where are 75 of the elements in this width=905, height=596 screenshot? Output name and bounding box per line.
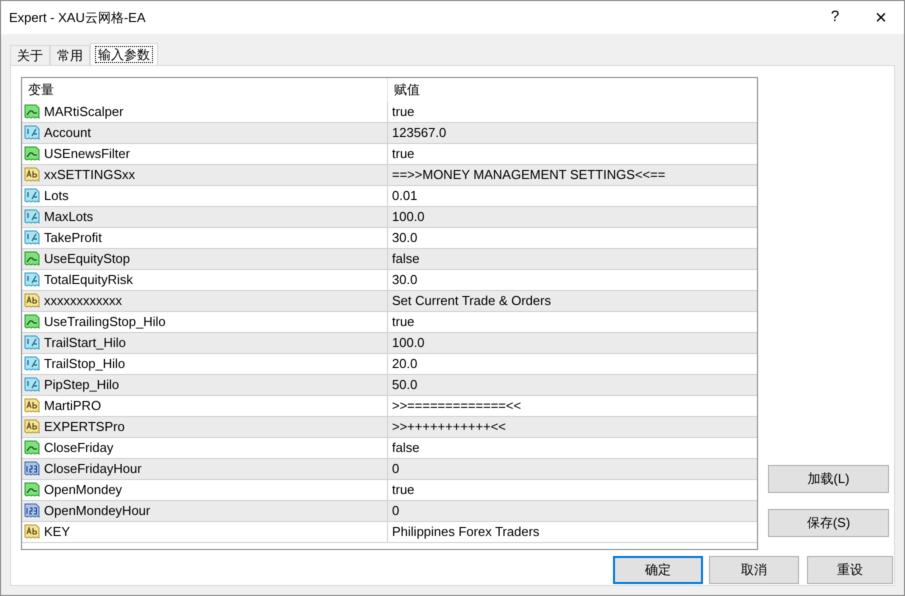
toggle-doc-icon: [24, 146, 40, 162]
parameter-value[interactable]: true: [392, 102, 414, 122]
parameter-name: PipStep_Hilo: [44, 376, 120, 394]
fraction-doc-icon: [24, 188, 40, 204]
parameter-name: USEnewsFilter: [44, 145, 130, 164]
dialog-button[interactable]: 重设: [807, 556, 893, 584]
parameter-value[interactable]: 0: [392, 501, 400, 521]
fraction-doc-icon: [24, 209, 40, 225]
parameter-name: TakeProfit: [44, 229, 102, 248]
tab[interactable]: 关于: [10, 45, 50, 65]
dialog-button[interactable]: 取消: [709, 556, 799, 584]
save-button[interactable]: 保存(S): [768, 509, 889, 537]
toggle-doc-icon: [24, 251, 40, 267]
fraction-doc-icon: [24, 272, 40, 288]
parameter-value[interactable]: 30.0: [392, 228, 418, 248]
parameter-value[interactable]: false: [392, 438, 420, 458]
parameter-value[interactable]: 0: [392, 459, 400, 479]
tab[interactable]: 常用: [50, 45, 90, 65]
parameter-value[interactable]: Set Current Trade & Orders: [392, 291, 551, 311]
help-button[interactable]: ?: [812, 1, 858, 34]
parameter-name: TotalEquityRisk: [44, 271, 133, 290]
text-doc-icon: [24, 167, 40, 183]
text-doc-icon: [24, 524, 40, 540]
parameter-value[interactable]: ==>>MONEY MANAGEMENT SETTINGS<<==: [392, 165, 666, 185]
fraction-doc-icon: [24, 356, 40, 372]
parameter-value[interactable]: false: [392, 249, 420, 269]
parameter-value[interactable]: 123567.0: [392, 123, 446, 143]
parameter-value[interactable]: 100.0: [392, 333, 425, 353]
number-doc-icon: [24, 503, 40, 519]
parameter-value[interactable]: 30.0: [392, 270, 418, 290]
parameter-value[interactable]: true: [392, 144, 414, 164]
parameter-name: TrailStop_Hilo: [44, 355, 126, 374]
load-button[interactable]: 加载(L): [768, 465, 889, 493]
fraction-doc-icon: [24, 125, 40, 141]
toggle-doc-icon: [24, 314, 40, 330]
parameter-name: OpenMondey: [44, 481, 122, 500]
parameter-name: EXPERTSPro: [44, 418, 125, 436]
toggle-doc-icon: [24, 440, 40, 456]
parameter-value[interactable]: 100.0: [392, 207, 425, 227]
parameter-name: xxxxxxxxxxxx: [44, 292, 122, 310]
text-doc-icon: [24, 419, 40, 435]
parameter-name: UseEquityStop: [44, 250, 130, 268]
parameter-name: UseTrailingStop_Hilo: [44, 313, 166, 332]
parameter-value[interactable]: true: [392, 312, 414, 332]
number-doc-icon: [24, 461, 40, 477]
parameter-value[interactable]: 0.01: [392, 186, 418, 206]
parameter-value[interactable]: Philippines Forex Traders: [392, 522, 540, 542]
parameter-name: CloseFridayHour: [44, 460, 142, 478]
text-doc-icon: [24, 293, 40, 309]
fraction-doc-icon: [24, 230, 40, 246]
parameter-value[interactable]: >>+++++++++++<<: [392, 417, 506, 437]
parameter-name: MaxLots: [44, 208, 94, 226]
parameter-name: CloseFriday: [44, 439, 114, 458]
parameter-name: KEY: [44, 523, 70, 542]
parameter-name: Account: [44, 124, 91, 142]
dialog-button[interactable]: 确定: [613, 556, 703, 584]
parameter-value[interactable]: true: [392, 480, 414, 500]
column-header[interactable]: 赋值: [388, 78, 757, 102]
fraction-doc-icon: [24, 335, 40, 351]
parameter-name: TrailStart_Hilo: [44, 334, 126, 352]
text-doc-icon: [24, 398, 40, 414]
parameter-value[interactable]: >>=============<<: [392, 396, 522, 416]
close-button[interactable]: ×: [858, 1, 904, 34]
parameter-name: OpenMondeyHour: [44, 502, 150, 520]
parameter-name: Lots: [44, 187, 69, 206]
window-title: Expert - XAU云网格-EA: [9, 8, 147, 27]
tab[interactable]: 输入参数: [90, 43, 158, 66]
parameter-name: MartiPRO: [44, 397, 102, 416]
parameter-value[interactable]: 50.0: [392, 375, 418, 395]
parameter-name: xxSETTINGSxx: [44, 166, 136, 184]
toggle-doc-icon: [24, 104, 40, 120]
parameter-name: MARtiScalper: [44, 103, 124, 122]
toggle-doc-icon: [24, 482, 40, 498]
parameter-value[interactable]: 20.0: [392, 354, 418, 374]
fraction-doc-icon: [24, 377, 40, 393]
